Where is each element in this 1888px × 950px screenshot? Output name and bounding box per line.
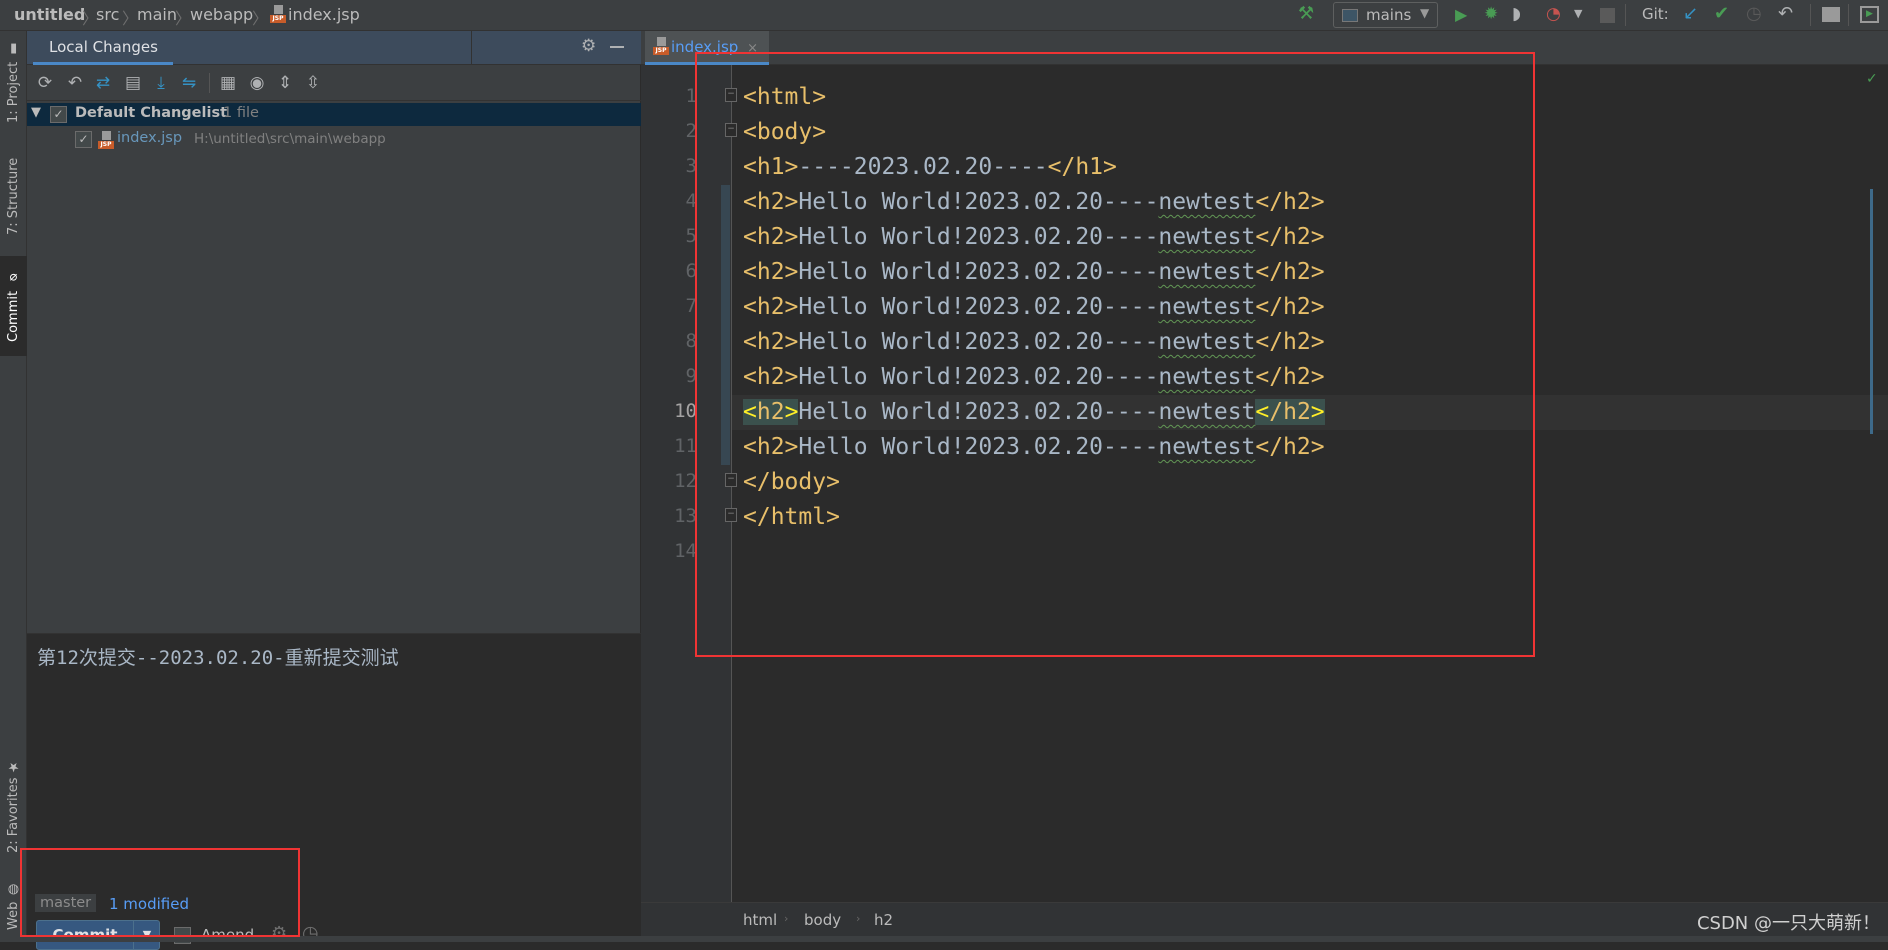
tab-local-changes[interactable]: Local Changes xyxy=(33,31,173,65)
file-row[interactable]: ✓ index.jsp H:\untitled\src\main\webapp xyxy=(27,127,641,151)
breadcrumb-h2[interactable]: h2 xyxy=(874,911,893,929)
file-name: index.jsp xyxy=(117,130,183,146)
chevron-down-icon: ▼ xyxy=(1420,6,1430,20)
minimize-icon[interactable] xyxy=(610,46,624,48)
run-icon[interactable]: ▶ xyxy=(1455,5,1467,24)
expand-all-icon[interactable]: ⇕ xyxy=(275,73,295,93)
jsp-file-icon xyxy=(653,37,669,55)
line-number: 5 xyxy=(685,225,697,247)
breadcrumb-body[interactable]: body xyxy=(804,911,841,929)
shelve-icon[interactable]: ⤓ xyxy=(151,73,171,93)
git-label: Git: xyxy=(1642,5,1669,23)
build-hammer-icon[interactable]: ⚒ xyxy=(1298,3,1314,24)
refresh-icon[interactable]: ⟳ xyxy=(35,73,55,93)
expand-triangle-icon[interactable]: ▼ xyxy=(31,105,41,120)
jsp-file-icon xyxy=(98,131,114,149)
changelist-icon[interactable]: ▤ xyxy=(123,73,143,93)
breadcrumb-main[interactable]: main xyxy=(137,5,177,24)
line-number: 3 xyxy=(685,155,697,177)
gear-icon[interactable]: ⚙ xyxy=(581,36,596,56)
navigation-bar: untitled 〉 src 〉 main 〉 webapp 〉 index.j… xyxy=(0,0,1888,31)
breadcrumb-html[interactable]: html xyxy=(743,911,777,929)
left-tool-strip: 1: Project ▬ 7: Structure Commit ⌀ 2: Fav… xyxy=(0,31,27,936)
commit-panel: Local Changes ⚙ ⟳ ↶ ⇄ ▤ ⤓ ⇋ ▦ ◉ ⇕ ⇳ ▼ ✓ … xyxy=(27,31,641,950)
tool-tab-commit[interactable]: Commit ⌀ xyxy=(0,256,27,356)
show-diff-icon[interactable]: ⇄ xyxy=(93,73,113,93)
file-checkbox[interactable]: ✓ xyxy=(75,131,92,148)
changelist-count: 1 file xyxy=(223,105,259,121)
line-number: 1 xyxy=(685,85,697,107)
jsp-file-icon xyxy=(270,5,286,23)
chevron-down-icon[interactable]: ▼ xyxy=(1574,7,1582,20)
breadcrumb-project[interactable]: untitled xyxy=(14,5,85,24)
watermark: CSDN @一只大萌新！ xyxy=(1696,913,1880,934)
line-number: 8 xyxy=(685,330,697,352)
file-path: H:\untitled\src\main\webapp xyxy=(194,131,386,147)
commit-message-input[interactable]: 第12次提交--2023.02.20-重新提交测试 xyxy=(37,643,399,670)
line-number: 13 xyxy=(674,505,697,527)
coverage-icon[interactable]: ◗ xyxy=(1512,4,1521,24)
line-number: 9 xyxy=(685,365,697,387)
scrollbar-change-marker[interactable] xyxy=(1870,189,1873,434)
history-icon[interactable]: ◷ xyxy=(1746,3,1762,24)
breadcrumb-file[interactable]: index.jsp xyxy=(270,5,360,24)
debug-icon[interactable]: ✹ xyxy=(1484,4,1498,24)
line-number: 12 xyxy=(674,470,697,492)
breadcrumb-src[interactable]: src xyxy=(96,5,119,24)
group-diff-icon[interactable]: ⇋ xyxy=(179,73,199,93)
rollback-icon[interactable]: ↶ xyxy=(65,73,85,93)
config-icon xyxy=(1342,9,1358,22)
line-number: 14 xyxy=(674,540,697,562)
editor-breadcrumb: html › body › h2 CSDN @一只大萌新！ xyxy=(641,902,1888,936)
project-structure-icon[interactable] xyxy=(1822,7,1840,22)
star-icon: ★ xyxy=(6,758,21,774)
tool-tab-project[interactable]: 1: Project ▬ xyxy=(0,37,27,127)
profile-icon[interactable]: ◔ xyxy=(1546,4,1561,24)
line-number: 7 xyxy=(685,295,697,317)
inspection-ok-icon: ✓ xyxy=(1866,71,1878,87)
commit-icon: ⌀ xyxy=(6,269,21,285)
view-options-icon[interactable]: ◉ xyxy=(247,73,267,93)
run-config-select[interactable]: mains ▼ xyxy=(1333,2,1438,28)
line-number: 11 xyxy=(674,435,697,457)
tool-tab-structure[interactable]: 7: Structure xyxy=(0,141,27,251)
group-by-icon[interactable]: ▦ xyxy=(218,73,238,93)
changes-toolbar: ⟳ ↶ ⇄ ▤ ⤓ ⇋ ▦ ◉ ⇕ ⇳ xyxy=(27,65,641,101)
breadcrumb-webapp[interactable]: webapp xyxy=(190,5,253,24)
rollback-icon[interactable]: ↶ xyxy=(1778,3,1793,24)
annotation-box-editor xyxy=(695,52,1535,657)
annotation-box-commit xyxy=(20,848,300,937)
stop-icon[interactable] xyxy=(1600,8,1615,23)
line-number: 2 xyxy=(685,120,697,142)
changelist-name: Default Changelist xyxy=(75,105,228,121)
git-commit-icon[interactable]: ✔ xyxy=(1714,3,1729,24)
run-anything-icon[interactable]: ▶ xyxy=(1860,6,1879,23)
globe-icon: ◍ xyxy=(6,882,21,898)
line-number: 6 xyxy=(685,260,697,282)
line-number: 10 xyxy=(674,400,697,422)
collapse-all-icon[interactable]: ⇳ xyxy=(303,73,323,93)
line-number: 4 xyxy=(685,190,697,212)
changelist-checkbox[interactable]: ✓ xyxy=(50,106,67,123)
git-update-icon[interactable]: ↙ xyxy=(1683,3,1698,24)
changelist-row[interactable]: ▼ ✓ Default Changelist 1 file xyxy=(27,103,641,126)
